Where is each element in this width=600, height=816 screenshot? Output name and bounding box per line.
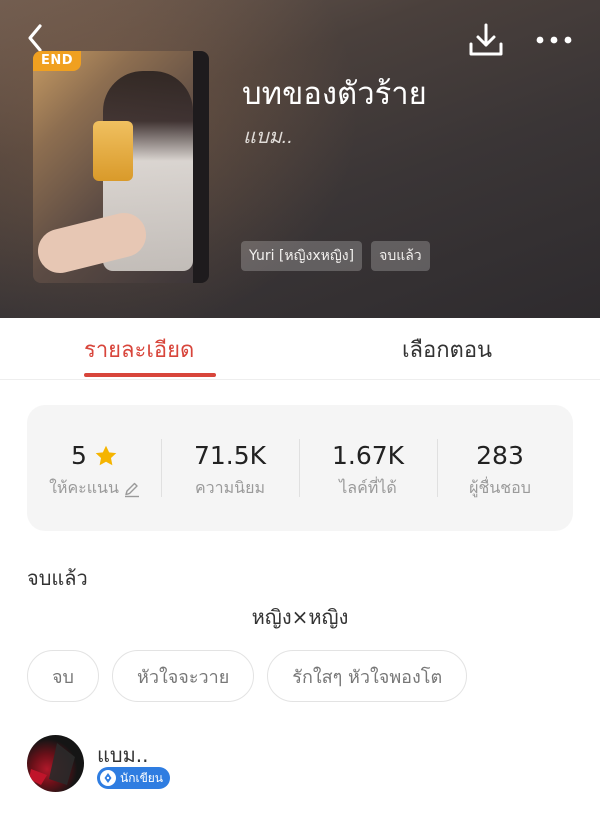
chip-keyword[interactable]: จบ [27, 650, 99, 702]
stat-popularity: 71.5K ความนิยม [162, 405, 298, 531]
book-title: บทของตัวร้าย [242, 76, 427, 111]
stat-popularity-label: ความนิยม [194, 478, 266, 497]
story-status: จบแล้ว [27, 566, 88, 590]
tab-bar: รายละเอียด เลือกตอน [0, 318, 600, 380]
stat-likes: 1.67K ไลค์ที่ได้ [300, 405, 436, 531]
more-icon [536, 36, 572, 44]
stat-fans: 283 ผู้ชื่นชอบ [432, 405, 568, 531]
stat-fans-value: 283 [476, 441, 524, 470]
stat-rating-label-row: ให้คะแนน [27, 476, 163, 501]
more-button[interactable] [532, 22, 576, 58]
stats-card: 5 ให้คะแนน 71.5K ความนิยม 1.67K ไลค์ที่ไ… [27, 405, 573, 531]
writer-badge-label: นักเขียน [120, 770, 164, 785]
tab-episodes[interactable]: เลือกตอน [402, 332, 492, 367]
cover-window-frame [193, 51, 209, 283]
pen-icon [100, 770, 116, 786]
header-tags: Yuri [หญิงxหญิง] จบแล้ว [241, 241, 430, 271]
active-tab-indicator [84, 373, 216, 377]
stat-likes-value: 1.67K [331, 441, 405, 470]
tag-status[interactable]: จบแล้ว [371, 241, 430, 271]
keyword-chips: จบ หัวใจจะวาย รักใสๆ หัวใจพองโต [27, 650, 468, 702]
avatar-art [29, 743, 75, 785]
stat-rating[interactable]: 5 ให้คะแนน [27, 405, 163, 531]
avatar[interactable] [27, 735, 84, 792]
end-badge: END [33, 51, 82, 71]
download-button[interactable] [466, 20, 506, 60]
stat-fans-label: ผู้ชื่นชอบ [469, 478, 531, 497]
cover-glass [93, 121, 133, 181]
tag-genre[interactable]: Yuri [หญิงxหญิง] [241, 241, 363, 271]
stat-rating-value-row: 5 [27, 441, 163, 470]
download-icon [469, 23, 503, 56]
stat-rating-label: ให้คะแนน [49, 478, 119, 497]
story-genre: หญิง×หญิง [251, 605, 349, 629]
star-icon [95, 445, 117, 465]
writer-badge: นักเขียน [97, 767, 171, 789]
chip-keyword[interactable]: รักใสๆ หัวใจพองโต [267, 650, 468, 702]
book-header: END บทของตัวร้าย แบม.. Yuri [หญิงxหญิง] … [0, 0, 600, 318]
book-author: แบม.. [243, 126, 293, 148]
book-cover: END [33, 51, 209, 283]
stat-rating-value: 5 [71, 441, 87, 470]
tab-details[interactable]: รายละเอียด [84, 332, 194, 367]
chip-keyword[interactable]: หัวใจจะวาย [111, 650, 255, 702]
stat-popularity-value: 71.5K [193, 441, 267, 470]
stat-likes-label: ไลค์ที่ได้ [339, 478, 397, 497]
edit-icon [124, 482, 139, 497]
author-row[interactable]: แบม.. นักเขียน [27, 735, 587, 795]
